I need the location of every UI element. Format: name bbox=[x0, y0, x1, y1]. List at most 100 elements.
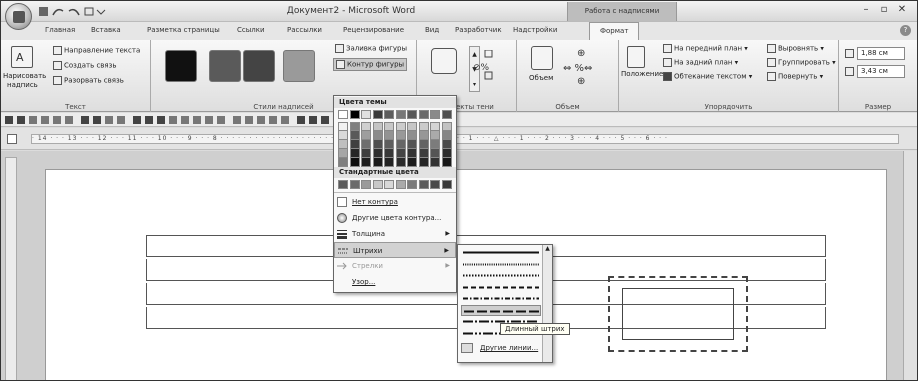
shadow-nudge-icons[interactable]: ⊘% bbox=[471, 50, 507, 80]
tab-insert[interactable]: Вставка bbox=[91, 26, 121, 34]
theme-shade-swatch[interactable] bbox=[418, 140, 429, 149]
theme-shade-swatch[interactable] bbox=[407, 149, 417, 158]
theme-shade-swatch[interactable] bbox=[349, 149, 360, 158]
selected-textbox[interactable] bbox=[608, 276, 748, 352]
break-link-button[interactable]: Разорвать связь bbox=[53, 76, 124, 85]
theme-color-swatch[interactable] bbox=[430, 110, 440, 119]
tab-mailings[interactable]: Рассылки bbox=[287, 26, 322, 34]
quick-access-icons[interactable] bbox=[37, 5, 157, 18]
theme-shade-swatch[interactable] bbox=[441, 122, 452, 131]
theme-shade-swatch[interactable] bbox=[349, 158, 360, 167]
theme-shade-swatch[interactable] bbox=[338, 140, 348, 149]
submenu-scrollbar[interactable]: ▲ bbox=[542, 245, 552, 362]
standard-color-swatch[interactable] bbox=[441, 180, 452, 189]
theme-shade-swatch[interactable] bbox=[349, 131, 360, 140]
toolbar-icon[interactable] bbox=[269, 116, 277, 124]
theme-color-swatch[interactable] bbox=[395, 110, 406, 119]
align-button[interactable]: Выровнять ▾ bbox=[767, 44, 824, 53]
theme-color-swatch[interactable] bbox=[407, 110, 417, 119]
theme-color-swatch[interactable] bbox=[372, 110, 383, 119]
vertical-ruler[interactable] bbox=[5, 157, 17, 380]
theme-shade-swatch[interactable] bbox=[372, 149, 383, 158]
height-input[interactable]: 1,88 см bbox=[857, 47, 905, 60]
dash-style-option[interactable] bbox=[461, 304, 541, 316]
3d-tilt-icons[interactable]: ⊕ ⇔ %⇔ ⊕ bbox=[561, 46, 613, 86]
toolbar-icon[interactable] bbox=[65, 116, 73, 124]
theme-shade-swatch[interactable] bbox=[441, 149, 452, 158]
dash-style-option[interactable] bbox=[461, 282, 541, 293]
theme-shade-swatch[interactable] bbox=[372, 158, 383, 167]
toolbar-icon[interactable] bbox=[193, 116, 201, 124]
theme-shade-swatch[interactable] bbox=[441, 131, 452, 140]
toolbar-icon[interactable] bbox=[181, 116, 189, 124]
toolbar-icon[interactable] bbox=[205, 116, 213, 124]
toolbar-icon[interactable] bbox=[297, 116, 305, 124]
text-direction-button[interactable]: Направление текста bbox=[53, 46, 140, 55]
theme-color-swatch[interactable] bbox=[349, 110, 360, 119]
style-swatch-2[interactable] bbox=[209, 50, 241, 82]
standard-color-swatch[interactable] bbox=[361, 180, 371, 189]
theme-color-swatch[interactable] bbox=[418, 110, 429, 119]
ruler-ticks[interactable]: · 14 · · · 13 · · · 12 · · · 11 · · · 10… bbox=[31, 134, 899, 144]
tab-selector-icon[interactable] bbox=[7, 134, 17, 144]
theme-color-swatch[interactable] bbox=[384, 110, 394, 119]
dash-style-option[interactable] bbox=[461, 293, 541, 304]
tab-developer[interactable]: Разработчик bbox=[455, 26, 502, 34]
theme-color-swatch[interactable] bbox=[361, 110, 371, 119]
toolbar-icon[interactable] bbox=[93, 116, 101, 124]
theme-shade-swatch[interactable] bbox=[338, 131, 348, 140]
arrows-item[interactable]: Стрелки ▶ bbox=[334, 258, 456, 274]
toolbar-icon[interactable] bbox=[281, 116, 289, 124]
theme-shade-swatch[interactable] bbox=[407, 140, 417, 149]
toolbar-icon[interactable] bbox=[117, 116, 125, 124]
tab-format[interactable]: Формат bbox=[589, 22, 640, 40]
theme-shade-swatch[interactable] bbox=[361, 140, 371, 149]
width-input[interactable]: 3,43 см bbox=[857, 65, 905, 78]
toolbar-icon[interactable] bbox=[309, 116, 317, 124]
tab-references[interactable]: Ссылки bbox=[237, 26, 265, 34]
theme-shade-swatch[interactable] bbox=[361, 131, 371, 140]
toolbar-icon[interactable] bbox=[41, 116, 49, 124]
theme-shade-swatch[interactable] bbox=[430, 131, 440, 140]
vertical-scrollbar[interactable] bbox=[903, 151, 917, 380]
theme-shade-swatch[interactable] bbox=[361, 149, 371, 158]
dashes-item[interactable]: Штрихи ▶ bbox=[334, 242, 456, 258]
theme-shade-swatch[interactable] bbox=[384, 140, 394, 149]
theme-shade-swatch[interactable] bbox=[372, 131, 383, 140]
toolbar-icon[interactable] bbox=[53, 116, 61, 124]
help-icon[interactable]: ? bbox=[900, 25, 911, 36]
3d-effects-icon[interactable] bbox=[531, 46, 553, 70]
create-link-button[interactable]: Создать связь bbox=[53, 61, 116, 70]
theme-shade-swatch[interactable] bbox=[338, 149, 348, 158]
standard-color-swatch[interactable] bbox=[418, 180, 429, 189]
theme-shade-swatch[interactable] bbox=[361, 122, 371, 131]
toolbar-icon[interactable] bbox=[81, 116, 89, 124]
theme-shade-swatch[interactable] bbox=[384, 131, 394, 140]
dash-style-option[interactable] bbox=[461, 270, 541, 281]
style-swatch-4[interactable] bbox=[283, 50, 315, 82]
tab-view[interactable]: Вид bbox=[425, 26, 439, 34]
tab-addins[interactable]: Надстройки bbox=[513, 26, 557, 34]
toolbar-icon[interactable] bbox=[321, 116, 329, 124]
toolbar-icon[interactable] bbox=[257, 116, 265, 124]
office-button[interactable] bbox=[5, 3, 32, 30]
tab-home[interactable]: Главная bbox=[45, 26, 75, 34]
theme-shade-swatch[interactable] bbox=[372, 140, 383, 149]
send-back-button[interactable]: На задний план ▾ bbox=[663, 58, 738, 67]
standard-color-swatch[interactable] bbox=[384, 180, 394, 189]
theme-shade-swatch[interactable] bbox=[338, 158, 348, 167]
standard-color-swatch[interactable] bbox=[372, 180, 383, 189]
theme-shade-swatch[interactable] bbox=[384, 122, 394, 131]
shape-outline-button[interactable]: Контур фигуры bbox=[333, 58, 408, 71]
standard-color-swatch[interactable] bbox=[349, 180, 360, 189]
theme-shade-swatch[interactable] bbox=[407, 122, 417, 131]
theme-shade-swatch[interactable] bbox=[349, 140, 360, 149]
theme-shade-swatch[interactable] bbox=[430, 140, 440, 149]
theme-shade-swatch[interactable] bbox=[372, 122, 383, 131]
no-outline-item[interactable]: Нет контура bbox=[334, 194, 456, 210]
theme-shade-swatch[interactable] bbox=[418, 158, 429, 167]
rotate-button[interactable]: Повернуть ▾ bbox=[767, 72, 823, 81]
group-button[interactable]: Группировать ▾ bbox=[767, 58, 836, 67]
tab-review[interactable]: Рецензирование bbox=[343, 26, 404, 34]
toolbar-icon[interactable] bbox=[5, 116, 13, 124]
